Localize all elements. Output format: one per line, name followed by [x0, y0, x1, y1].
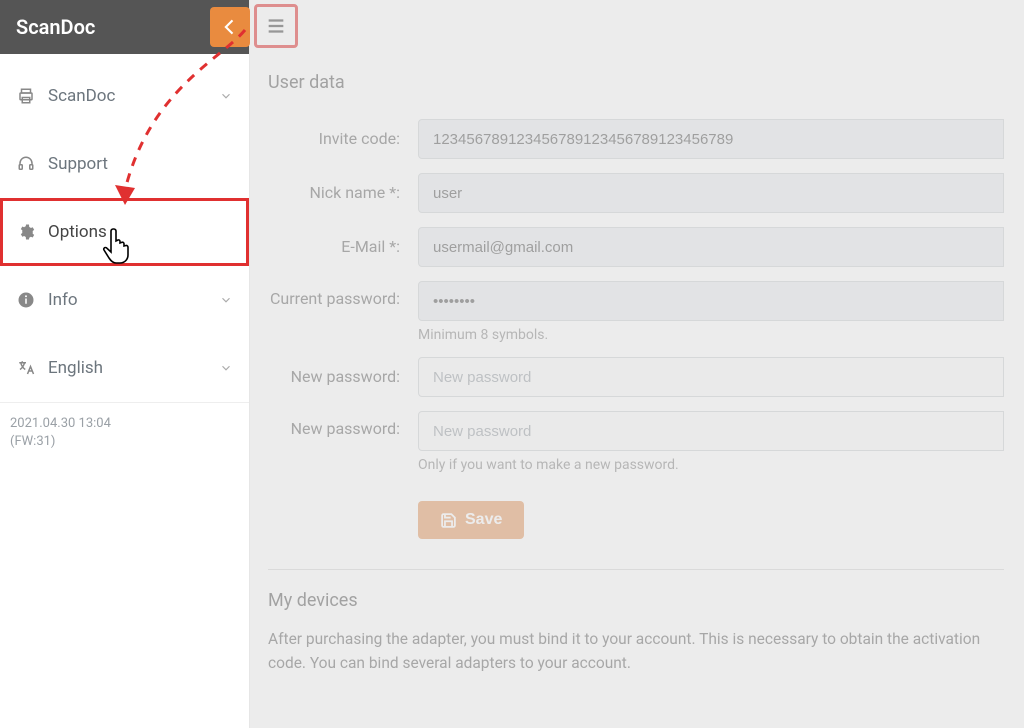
row-newpass2: New password: Only if you want to make a… — [268, 411, 1004, 473]
info-icon — [16, 291, 36, 309]
nick-label: Nick name *: — [268, 183, 418, 203]
sidebar-item-scandoc[interactable]: ScanDoc — [0, 62, 249, 130]
invite-input[interactable] — [418, 119, 1004, 159]
chevron-down-icon — [219, 89, 233, 103]
save-icon — [440, 512, 457, 529]
hamburger-button[interactable] — [254, 4, 298, 48]
save-button[interactable]: Save — [418, 501, 524, 539]
newpass1-input[interactable] — [418, 357, 1004, 397]
newpass2-input[interactable] — [418, 411, 1004, 451]
sidebar-item-support[interactable]: Support — [0, 130, 249, 198]
sidebar-item-label: Support — [48, 154, 108, 174]
newpass1-label: New password: — [268, 367, 418, 387]
sidebar-item-label: Options — [48, 222, 107, 242]
footer-firmware: (FW:31) — [10, 433, 239, 451]
devices-text: After purchasing the adapter, you must b… — [268, 627, 1004, 675]
nick-input[interactable] — [418, 173, 1004, 213]
newpass-hint: Only if you want to make a new password. — [418, 457, 1004, 473]
chevron-down-icon — [219, 293, 233, 307]
section-title-userdata: User data — [268, 72, 1004, 93]
curpass-label: Current password: — [268, 281, 418, 309]
divider — [268, 569, 1004, 570]
footer-timestamp: 2021.04.30 13:04 — [10, 415, 239, 433]
sidebar-item-options[interactable]: Options — [0, 198, 249, 266]
row-save: Save — [268, 487, 1004, 539]
curpass-hint: Minimum 8 symbols. — [418, 327, 1004, 343]
row-newpass1: New password: — [268, 357, 1004, 397]
headset-icon — [16, 155, 36, 173]
row-email: E-Mail *: — [268, 227, 1004, 267]
arrow-left-icon — [220, 17, 240, 37]
back-button[interactable] — [210, 7, 250, 47]
topbar — [250, 0, 1024, 54]
sidebar-item-label: English — [48, 358, 103, 378]
menu-icon — [265, 15, 287, 37]
main-area: User data Invite code: Nick name *: E-Ma… — [250, 0, 1024, 728]
row-invite: Invite code: — [268, 119, 1004, 159]
save-label: Save — [465, 511, 502, 529]
sidebar: ScanDoc ScanDoc Support Options — [0, 0, 250, 728]
email-label: E-Mail *: — [268, 237, 418, 257]
sidebar-item-label: ScanDoc — [48, 86, 115, 106]
sidebar-item-info[interactable]: Info — [0, 266, 249, 334]
nav: ScanDoc Support Options Info — [0, 54, 249, 402]
chevron-down-icon — [219, 361, 233, 375]
content: User data Invite code: Nick name *: E-Ma… — [250, 54, 1024, 675]
section-title-devices: My devices — [268, 590, 1004, 611]
newpass2-label: New password: — [268, 411, 418, 439]
printer-icon — [16, 87, 36, 105]
row-nick: Nick name *: — [268, 173, 1004, 213]
gear-icon — [16, 223, 36, 241]
email-input[interactable] — [418, 227, 1004, 267]
sidebar-footer: 2021.04.30 13:04 (FW:31) — [0, 402, 249, 463]
sidebar-item-language[interactable]: English — [0, 334, 249, 402]
curpass-input[interactable] — [418, 281, 1004, 321]
row-curpass: Current password: Minimum 8 symbols. — [268, 281, 1004, 343]
sidebar-item-label: Info — [48, 290, 78, 310]
language-icon — [16, 359, 36, 377]
invite-label: Invite code: — [268, 129, 418, 149]
